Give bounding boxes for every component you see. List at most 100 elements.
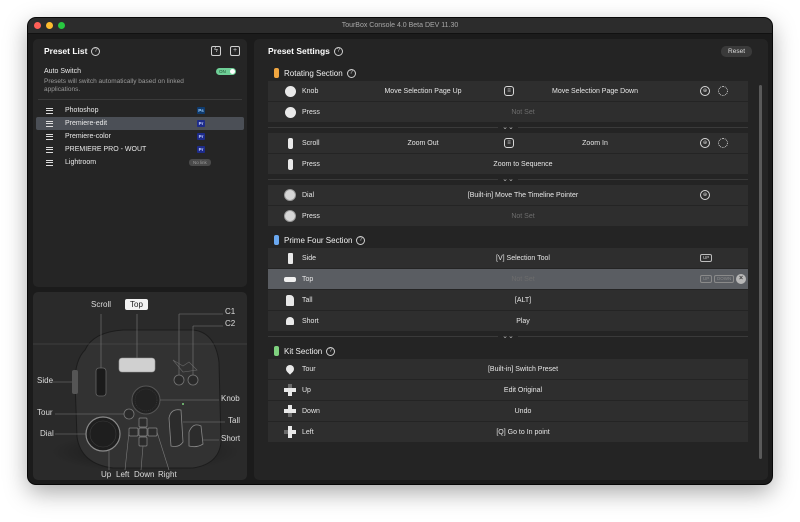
row-up[interactable]: Up Edit Original — [268, 380, 748, 400]
rotating-section-header: Rotating Section ? — [254, 65, 768, 81]
knob-control[interactable] — [131, 385, 161, 415]
drag-handle-icon[interactable] — [46, 120, 53, 127]
action-value[interactable]: [Built-in] Move The Timeline Pointer — [358, 192, 688, 199]
row-down[interactable]: Down Undo — [268, 401, 748, 421]
control-label: Tall — [302, 296, 313, 304]
tall-button[interactable] — [168, 409, 184, 447]
row-dial-press[interactable]: Press Not Set — [268, 206, 748, 226]
auto-switch-label: Auto Switch — [44, 67, 81, 75]
action-value[interactable]: [Q] Go to In point — [358, 429, 688, 436]
drag-handle-icon[interactable] — [46, 159, 53, 166]
drag-handle-icon[interactable] — [46, 107, 53, 114]
short-button[interactable] — [188, 424, 204, 448]
preset-item-lightroom[interactable]: Lightroom No link — [36, 156, 244, 169]
trigger-tag-up[interactable]: UP — [700, 275, 713, 283]
control-label: Top — [302, 275, 314, 283]
tour-button[interactable] — [123, 408, 135, 420]
drag-handle-icon[interactable] — [46, 133, 53, 140]
action-value[interactable]: [Built-in] Switch Preset — [358, 366, 688, 373]
link-swap-icon[interactable]: ≡ — [504, 86, 514, 96]
c2-button[interactable] — [187, 374, 199, 386]
dial-icon-wrap — [284, 189, 296, 201]
action-value[interactable]: Undo — [358, 408, 688, 415]
knob-icon-wrap — [284, 85, 296, 97]
action-value[interactable]: [V] Selection Tool — [358, 255, 688, 262]
row-tall[interactable]: Tall [ALT] — [268, 290, 748, 310]
action-value[interactable]: Not Set — [358, 213, 688, 220]
minimize-window-button[interactable] — [46, 22, 53, 29]
action-scroll-down[interactable]: Zoom In — [530, 140, 660, 147]
chevron-double-down-icon[interactable]: ⌄⌄ — [498, 124, 518, 131]
action-clockwise[interactable]: Move Selection Page Down — [530, 88, 660, 95]
preset-item-premiere-pro-wout[interactable]: PREMIERE PRO - WOUT Pr — [36, 143, 244, 156]
tall-icon-wrap — [284, 294, 296, 306]
close-window-button[interactable] — [34, 22, 41, 29]
action-scroll-up[interactable]: Zoom Out — [358, 140, 488, 147]
chevron-double-down-icon[interactable]: ⌄⌄ — [498, 176, 518, 183]
section-color-bar — [274, 346, 279, 356]
preset-settings-panel: Preset Settings ? Reset Rotating Section… — [254, 39, 768, 480]
row-tour[interactable]: Tour [Built-in] Switch Preset — [268, 359, 748, 379]
lightning-icon[interactable]: ϟ — [211, 46, 221, 56]
expand-toggle[interactable]: ⌄⌄ — [268, 123, 748, 132]
dpad-up-icon — [284, 384, 296, 396]
row-knob[interactable]: Knob Move Selection Page Up ≡ Move Selec… — [268, 81, 748, 101]
action-value[interactable]: Not Set — [358, 109, 688, 116]
speed-mode-icon[interactable]: ⊕ — [700, 138, 710, 148]
clear-icon[interactable]: × — [736, 274, 746, 284]
action-value[interactable]: Zoom to Sequence — [358, 161, 688, 168]
reset-button[interactable]: Reset — [721, 45, 752, 57]
rotation-icon[interactable] — [718, 86, 728, 96]
preset-item-premiere-edit[interactable]: Premiere-edit Pr — [36, 117, 244, 130]
auto-switch-toggle[interactable]: ON — [216, 67, 236, 75]
help-icon[interactable]: ? — [346, 68, 356, 78]
prime-four-section-header: Prime Four Section ? — [254, 232, 768, 248]
row-side[interactable]: Side [V] Selection Tool UP — [268, 248, 748, 268]
device-label-tall: Tall — [228, 416, 241, 425]
help-icon[interactable]: ? — [326, 346, 336, 356]
add-preset-icon[interactable]: + — [230, 46, 240, 56]
dial-control[interactable] — [85, 416, 121, 452]
speed-mode-icon[interactable]: ⊕ — [700, 86, 710, 96]
device-label-c2: C2 — [225, 319, 236, 328]
row-knob-press[interactable]: Press Not Set — [268, 102, 748, 122]
action-value[interactable]: Play — [358, 318, 688, 325]
expand-toggle[interactable]: ⌄⌄ — [268, 332, 748, 341]
row-scroll-press[interactable]: Press Zoom to Sequence — [268, 154, 748, 174]
top-icon-wrap — [284, 273, 296, 285]
chevron-double-down-icon[interactable]: ⌄⌄ — [498, 333, 518, 340]
help-icon[interactable]: ? — [356, 235, 366, 245]
drag-handle-icon[interactable] — [46, 146, 53, 153]
scroll-icon — [287, 158, 293, 170]
dial-icon-wrap — [284, 210, 296, 222]
action-value[interactable]: Not Set — [358, 276, 688, 283]
settings-scrollbar[interactable] — [759, 85, 762, 459]
preset-item-photoshop[interactable]: Photoshop Ps — [36, 104, 244, 117]
help-icon[interactable]: ? — [91, 46, 101, 56]
speed-mode-icon[interactable]: ⊕ — [700, 190, 710, 200]
action-value[interactable]: Edit Original — [358, 387, 688, 394]
help-icon[interactable]: ? — [333, 46, 343, 56]
row-top[interactable]: Top Not Set UP DOWN × — [268, 269, 748, 289]
row-dial[interactable]: Dial [Built-in] Move The Timeline Pointe… — [268, 185, 748, 205]
preset-item-premiere-color[interactable]: Premiere-color Pr — [36, 130, 244, 143]
action-counterclockwise[interactable]: Move Selection Page Up — [358, 88, 488, 95]
row-short[interactable]: Short Play — [268, 311, 748, 331]
row-scroll[interactable]: Scroll Zoom Out ≡ Zoom In ⊕ — [268, 133, 748, 153]
rotation-icon[interactable] — [718, 138, 728, 148]
zoom-window-button[interactable] — [58, 22, 65, 29]
section-title: Prime Four Section — [284, 235, 353, 245]
trigger-tag-down[interactable]: DOWN — [714, 275, 735, 283]
top-button[interactable] — [118, 357, 156, 373]
device-label-top: Top — [125, 299, 148, 310]
action-value[interactable]: [ALT] — [358, 297, 688, 304]
side-button[interactable] — [72, 370, 78, 394]
link-swap-icon[interactable]: ≡ — [504, 138, 514, 148]
scroll-wheel[interactable] — [95, 367, 107, 397]
device-label-tour: Tour — [37, 408, 53, 417]
expand-toggle[interactable]: ⌄⌄ — [268, 175, 748, 184]
c1-button[interactable] — [173, 374, 185, 386]
row-left[interactable]: Left [Q] Go to In point — [268, 422, 748, 442]
tourbox-device-illustration — [33, 313, 247, 472]
trigger-tag[interactable]: UP — [700, 254, 713, 262]
